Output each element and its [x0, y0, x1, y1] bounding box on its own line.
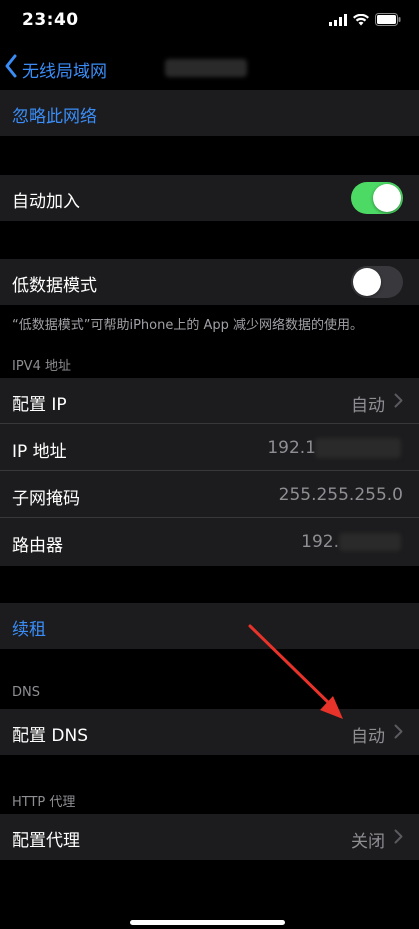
back-button[interactable]: 无线局域网 [22, 57, 107, 82]
toggle-knob [353, 268, 381, 296]
low-data-section: 低数据模式 [0, 259, 419, 305]
signal-icon [329, 13, 347, 26]
low-data-row: 低数据模式 [0, 259, 419, 305]
router-row: 路由器 192. [0, 519, 419, 565]
row-separator [0, 470, 419, 471]
configure-proxy-label: 配置代理 [12, 831, 80, 851]
low-data-footnote: “低数据模式”可帮助iPhone上的 App 减少网络数据的使用。 [12, 318, 364, 333]
ipv4-header: IPV4 地址 [12, 359, 71, 374]
dns-section: 配置 DNS 自动 [0, 709, 419, 755]
dns-header: DNS [12, 685, 40, 700]
navigation-bar: 无线局域网 [0, 44, 419, 90]
back-chevron-icon[interactable] [4, 54, 18, 82]
configure-dns-label: 配置 DNS [12, 726, 89, 746]
renew-lease-label: 续租 [12, 620, 46, 640]
renew-lease-section: 续租 [0, 603, 419, 649]
status-time: 23:40 [22, 10, 79, 30]
status-icons [329, 13, 401, 26]
chevron-right-icon [394, 829, 403, 844]
auto-join-row: 自动加入 [0, 175, 419, 221]
router-value: 192. [301, 532, 339, 552]
configure-ip-value: 自动 [351, 396, 385, 416]
configure-proxy-value: 关闭 [351, 832, 385, 852]
http-proxy-header: HTTP 代理 [12, 795, 76, 810]
chevron-right-icon [394, 393, 403, 408]
ip-address-row: IP 地址 192.1 [0, 425, 419, 471]
configure-ip-label: 配置 IP [12, 395, 67, 415]
wifi-icon [353, 13, 369, 25]
ipv4-section: 配置 IP 自动 IP 地址 192.1 子网掩码 255.255.255.0 … [0, 378, 419, 566]
home-indicator [130, 920, 285, 925]
ignore-network-section: 忽略此网络 [0, 90, 419, 136]
renew-lease-button[interactable]: 续租 [0, 603, 419, 649]
configure-proxy-row[interactable]: 配置代理 关闭 [0, 814, 419, 860]
configure-ip-row[interactable]: 配置 IP 自动 [0, 378, 419, 424]
auto-join-toggle[interactable] [351, 182, 403, 214]
configure-dns-row[interactable]: 配置 DNS 自动 [0, 709, 419, 755]
chevron-right-icon [394, 724, 403, 739]
ignore-network-label: 忽略此网络 [12, 107, 97, 127]
row-separator [0, 517, 419, 518]
battery-icon [375, 13, 401, 26]
subnet-mask-value: 255.255.255.0 [278, 485, 403, 505]
auto-join-label: 自动加入 [12, 192, 80, 212]
toggle-knob [373, 184, 401, 212]
ip-address-value: 192.1 [267, 438, 316, 458]
ip-address-label: IP 地址 [12, 442, 67, 462]
http-proxy-section: 配置代理 关闭 [0, 814, 419, 860]
low-data-toggle[interactable] [351, 266, 403, 298]
subnet-mask-label: 子网掩码 [12, 489, 80, 509]
low-data-label: 低数据模式 [12, 276, 97, 296]
router-redacted [339, 533, 401, 551]
subnet-mask-row: 子网掩码 255.255.255.0 [0, 472, 419, 518]
network-name-redacted [165, 59, 247, 77]
ignore-network-button[interactable]: 忽略此网络 [0, 90, 419, 136]
configure-dns-value: 自动 [351, 727, 385, 747]
row-separator [0, 423, 419, 424]
router-label: 路由器 [12, 536, 63, 556]
auto-join-section: 自动加入 [0, 175, 419, 221]
ip-address-redacted [315, 438, 401, 458]
